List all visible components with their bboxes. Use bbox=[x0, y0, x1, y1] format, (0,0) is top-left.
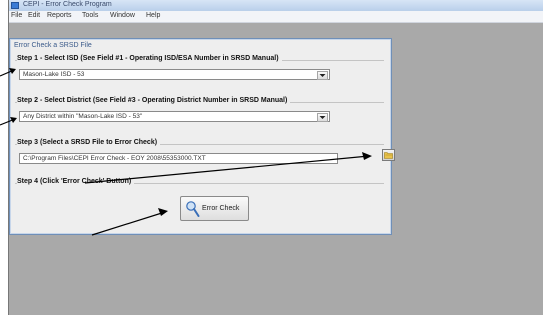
annotation-arrow bbox=[0, 117, 17, 126]
annotation-arrow bbox=[84, 152, 372, 184]
annotation-arrow bbox=[91, 208, 168, 236]
annotation-arrow bbox=[0, 68, 16, 77]
annotation-arrows bbox=[0, 68, 372, 236]
